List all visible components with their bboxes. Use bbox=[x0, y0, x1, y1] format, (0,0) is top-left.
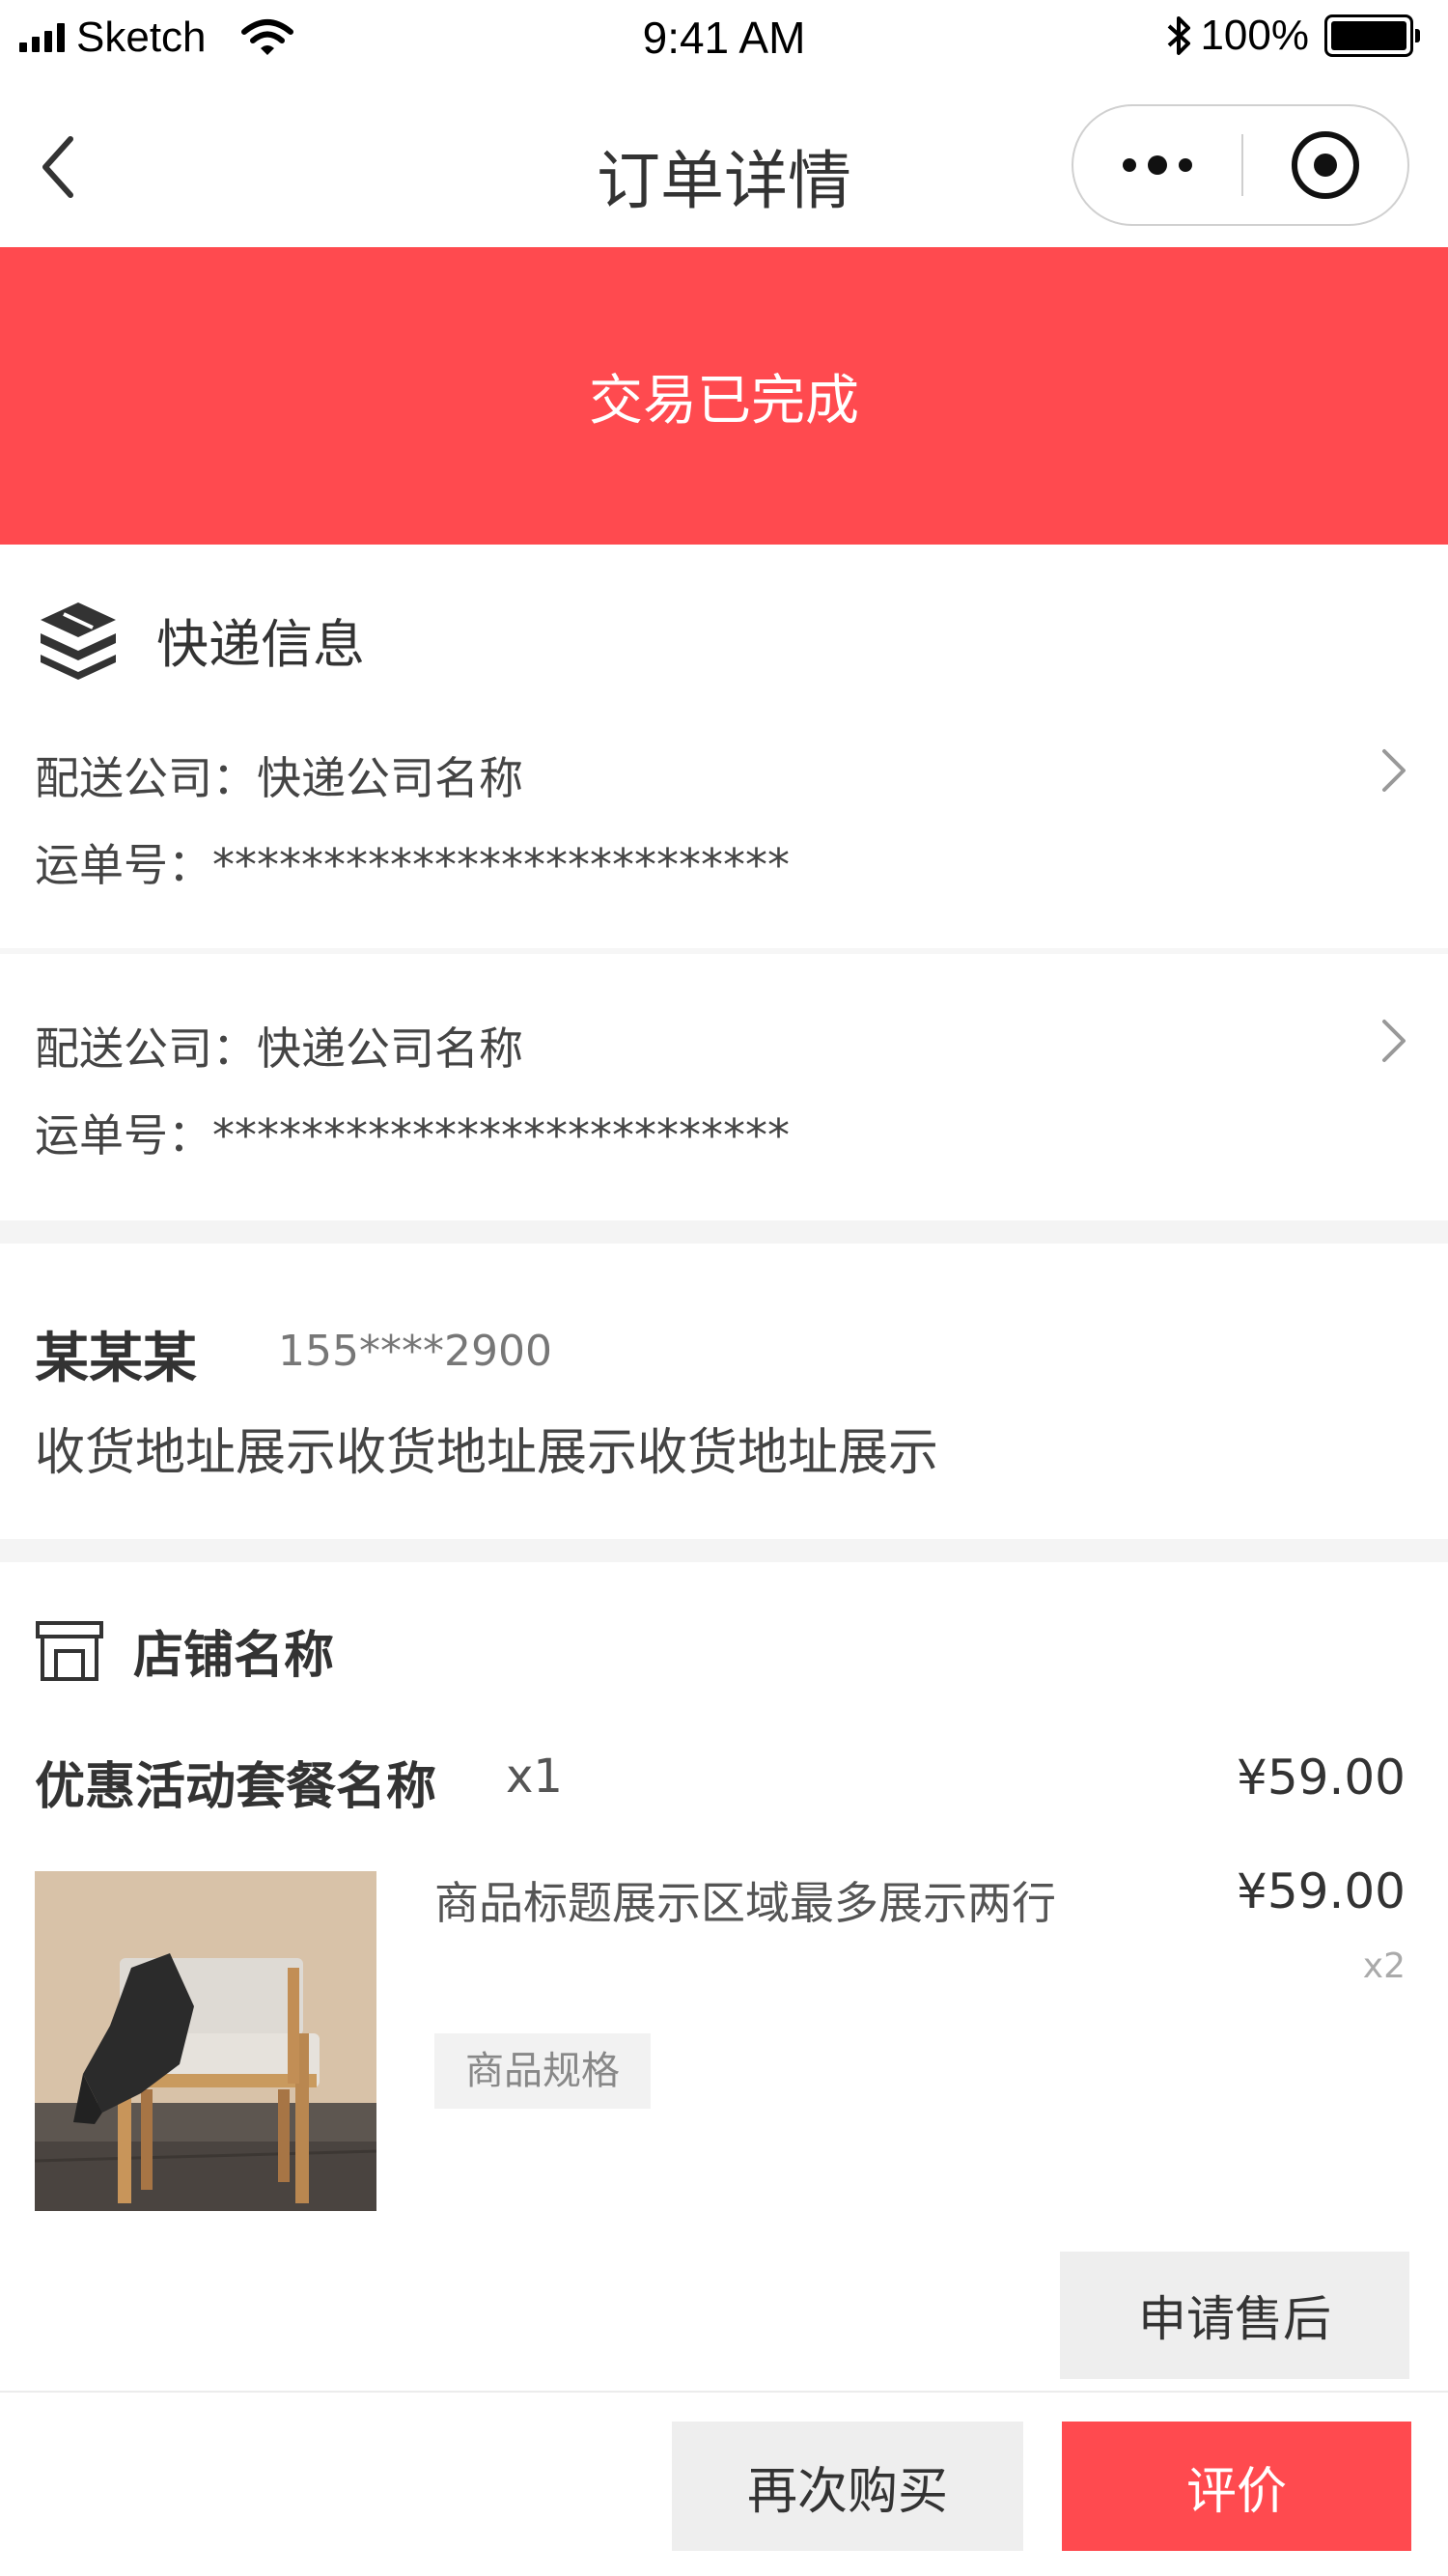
status-bar: Sketch 9:41 AM 100% bbox=[0, 0, 1448, 81]
combo-price: ¥59.00 bbox=[1237, 1750, 1406, 1806]
close-mini-program-button[interactable] bbox=[1243, 106, 1407, 224]
shop-icon bbox=[36, 1620, 103, 1681]
boxes-icon bbox=[41, 602, 116, 680]
target-icon bbox=[1292, 131, 1359, 199]
shipping-company: 配送公司：快递公司名称 bbox=[35, 1022, 523, 1075]
product-price: ¥59.00 bbox=[1237, 1863, 1406, 1919]
combo-name: 优惠活动套餐名称 bbox=[35, 1758, 437, 1816]
shipment-item[interactable]: 配送公司：快递公司名称 运单号：************************… bbox=[0, 985, 1448, 1246]
shop-name: 店铺名称 bbox=[133, 1627, 335, 1685]
section-gap bbox=[0, 1220, 1448, 1244]
bottom-action-bar: 再次购买 评价 bbox=[0, 2391, 1448, 2576]
tracking-number: 运单号：************************** bbox=[35, 839, 790, 891]
product-image[interactable] bbox=[35, 1871, 376, 2211]
more-dot-icon bbox=[1148, 155, 1167, 175]
logistics-title: 快递信息 bbox=[156, 613, 365, 675]
battery-icon bbox=[1324, 14, 1420, 57]
order-status-text: 交易已完成 bbox=[589, 369, 859, 433]
review-button[interactable]: 评价 bbox=[1062, 2422, 1411, 2551]
product-title[interactable]: 商品标题展示区域最多展示两行 bbox=[434, 1869, 1091, 1937]
more-dot-icon bbox=[1123, 158, 1136, 172]
bluetooth-icon bbox=[1168, 16, 1191, 55]
product-spec: 商品规格 bbox=[434, 2033, 651, 2109]
order-status-banner: 交易已完成 bbox=[0, 247, 1448, 545]
apply-aftersale-button[interactable]: 申请售后 bbox=[1060, 2252, 1409, 2379]
shop-header: 店铺名称 bbox=[35, 1614, 334, 1687]
battery-percentage: 100% bbox=[1200, 12, 1309, 59]
chevron-right-icon bbox=[1382, 749, 1406, 792]
status-right: 100% bbox=[1165, 12, 1420, 60]
chevron-right-icon bbox=[1382, 1020, 1406, 1062]
tracking-number: 运单号：************************** bbox=[35, 1109, 790, 1162]
combo-quantity: x1 bbox=[506, 1750, 563, 1804]
recipient-phone: 155****2900 bbox=[278, 1327, 552, 1376]
chair-image bbox=[35, 1871, 376, 2211]
shipment-divider bbox=[0, 948, 1448, 954]
mini-program-capsule bbox=[1072, 104, 1409, 226]
more-dot-icon bbox=[1179, 158, 1192, 172]
more-button[interactable] bbox=[1073, 106, 1241, 224]
buy-again-button[interactable]: 再次购买 bbox=[672, 2422, 1023, 2551]
shipment-item[interactable]: 配送公司：快递公司名称 运单号：************************… bbox=[0, 714, 1448, 975]
product-quantity: x2 bbox=[1362, 1946, 1406, 1986]
shipping-company: 配送公司：快递公司名称 bbox=[35, 752, 523, 804]
section-gap bbox=[0, 1539, 1448, 1562]
recipient-address: 收货地址展示收货地址展示收货地址展示 bbox=[35, 1424, 939, 1482]
recipient-name: 某某某 bbox=[35, 1328, 197, 1390]
navigation-bar: 订单详情 bbox=[0, 81, 1448, 247]
logistics-header: 快递信息 bbox=[35, 599, 365, 680]
